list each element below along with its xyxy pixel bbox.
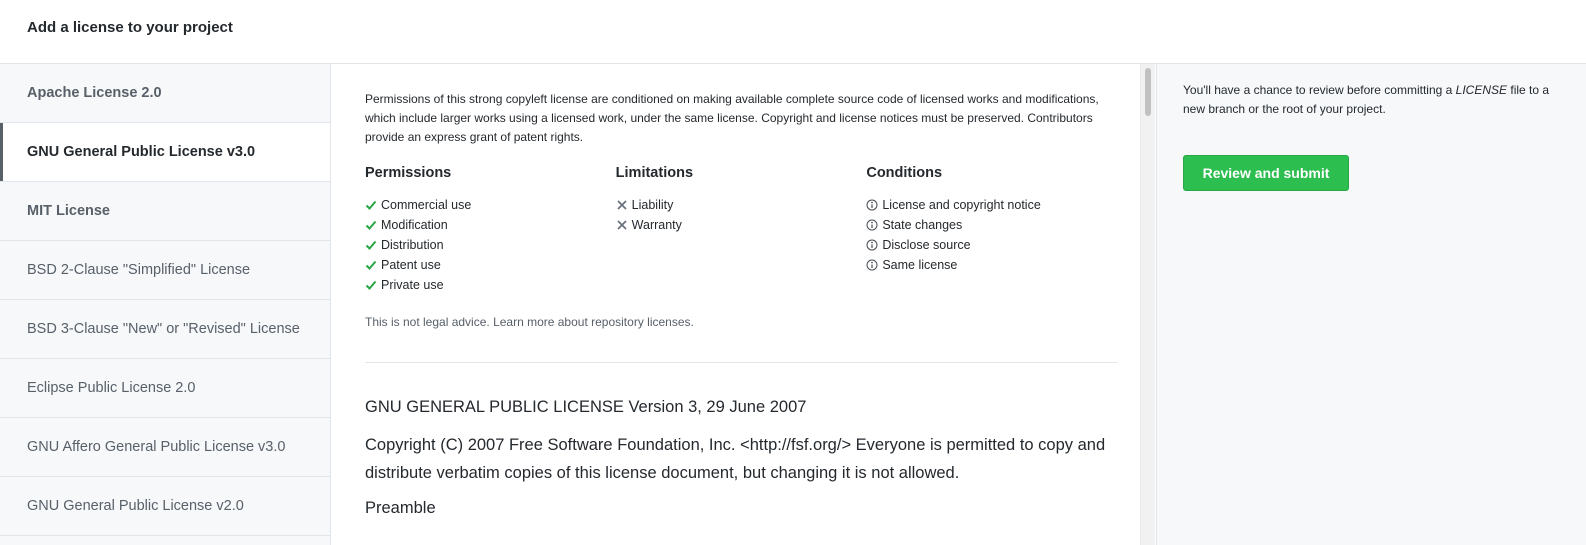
legal-disclaimer[interactable]: This is not legal advice. Learn more abo… bbox=[365, 315, 1117, 329]
permission-item: Distribution bbox=[365, 235, 616, 255]
license-detail-pane: Permissions of this strong copyleft lice… bbox=[332, 64, 1140, 545]
conditions-column: Conditions License and copyright notice S… bbox=[866, 165, 1117, 295]
license-text-subheading: Preamble bbox=[365, 499, 436, 517]
sidebar-item-label: GNU General Public License v3.0 bbox=[27, 144, 256, 160]
page-title: Add a license to your project bbox=[27, 19, 233, 36]
check-icon bbox=[365, 260, 377, 270]
condition-item: State changes bbox=[866, 215, 1117, 235]
permission-item-label: Distribution bbox=[381, 238, 444, 252]
sidebar-item-agpl-3[interactable]: GNU Affero General Public License v3.0 bbox=[0, 418, 330, 477]
x-icon bbox=[617, 220, 627, 230]
condition-item-label: Disclose source bbox=[882, 238, 971, 252]
check-icon bbox=[365, 220, 377, 230]
page-header: Add a license to your project bbox=[0, 0, 1586, 64]
limitation-item-label: Liability bbox=[631, 198, 674, 212]
limitation-item: Warranty bbox=[616, 215, 867, 235]
condition-item: License and copyright notice bbox=[866, 195, 1117, 215]
limitation-item-label: Warranty bbox=[631, 218, 682, 232]
license-text-heading: GNU GENERAL PUBLIC LICENSE Version 3, 29… bbox=[365, 398, 807, 416]
permission-item-label: Commercial use bbox=[381, 198, 472, 212]
sidebar-item-gpl-2[interactable]: GNU General Public License v2.0 bbox=[0, 477, 330, 536]
scrollbar-thumb[interactable] bbox=[1145, 68, 1151, 116]
info-icon bbox=[866, 199, 878, 211]
permission-item-label: Modification bbox=[381, 218, 448, 232]
condition-item-label: State changes bbox=[882, 218, 963, 232]
permission-item: Private use bbox=[365, 275, 616, 295]
permission-item: Patent use bbox=[365, 255, 616, 275]
condition-item: Disclose source bbox=[866, 235, 1117, 255]
condition-item-label: Same license bbox=[882, 258, 958, 272]
detail-scrollbar[interactable] bbox=[1140, 64, 1155, 545]
permission-item-label: Private use bbox=[381, 278, 444, 292]
sidebar-item-label: GNU Affero General Public License v3.0 bbox=[27, 439, 286, 455]
permissions-title: Permissions bbox=[365, 165, 452, 181]
review-note-filename: LICENSE bbox=[1455, 83, 1508, 97]
sidebar-item-bsd-2[interactable]: BSD 2-Clause "Simplified" License bbox=[0, 241, 330, 300]
condition-item: Same license bbox=[866, 255, 1117, 275]
sidebar-item-label: Apache License 2.0 bbox=[27, 85, 162, 101]
permissions-list: Commercial use Modification Distribution Pa… bbox=[365, 195, 616, 295]
divider bbox=[365, 362, 1117, 363]
conditions-list: License and copyright notice State change… bbox=[866, 195, 1117, 275]
info-icon bbox=[866, 219, 878, 231]
condition-item-label: License and copyright notice bbox=[882, 198, 1041, 212]
permission-item: Commercial use bbox=[365, 195, 616, 215]
check-icon bbox=[365, 280, 377, 290]
check-icon bbox=[365, 200, 377, 210]
sidebar-item-label: BSD 3-Clause "New" or "Revised" License bbox=[27, 321, 300, 337]
sidebar-item-epl-2[interactable]: Eclipse Public License 2.0 bbox=[0, 359, 330, 418]
sidebar-item-bsd-3[interactable]: BSD 3-Clause "New" or "Revised" License bbox=[0, 300, 330, 359]
sidebar-item-label: MIT License bbox=[27, 203, 110, 219]
sidebar-item-label: Eclipse Public License 2.0 bbox=[27, 380, 196, 396]
sidebar-item-apache-2[interactable]: Apache License 2.0 bbox=[0, 64, 330, 123]
sidebar-item-gpl-3[interactable]: GNU General Public License v3.0 bbox=[0, 123, 330, 182]
permission-item: Modification bbox=[365, 215, 616, 235]
limitations-title: Limitations bbox=[615, 165, 694, 181]
permissions-column: Permissions Commercial use Modification Di… bbox=[365, 165, 616, 295]
check-icon bbox=[365, 240, 377, 250]
review-note: You'll have a chance to review before co… bbox=[1183, 81, 1573, 119]
limitations-list: Liability Warranty bbox=[616, 195, 867, 235]
sidebar-item-label: GNU General Public License v2.0 bbox=[27, 498, 244, 514]
limitation-item: Liability bbox=[616, 195, 867, 215]
review-and-submit-button[interactable]: Review and submit bbox=[1183, 155, 1349, 191]
license-text-paragraph: Copyright (C) 2007 Free Software Foundat… bbox=[365, 436, 1106, 482]
license-sidebar: Apache License 2.0 GNU General Public Li… bbox=[0, 64, 331, 545]
license-rules: Permissions Commercial use Modification Di… bbox=[365, 165, 1117, 295]
info-icon bbox=[866, 259, 878, 271]
sidebar-item-mit[interactable]: MIT License bbox=[0, 182, 330, 241]
x-icon bbox=[617, 200, 627, 210]
permission-item-label: Patent use bbox=[381, 258, 441, 272]
sidebar-item-label: BSD 2-Clause "Simplified" License bbox=[27, 262, 251, 278]
review-note-prefix: You'll have a chance to review before co… bbox=[1183, 83, 1456, 97]
info-icon bbox=[866, 239, 878, 251]
review-panel: You'll have a chance to review before co… bbox=[1156, 64, 1586, 545]
limitations-column: Limitations Liability Warranty bbox=[616, 165, 867, 295]
conditions-title: Conditions bbox=[866, 165, 943, 181]
license-description: Permissions of this strong copyleft lice… bbox=[365, 92, 1099, 144]
